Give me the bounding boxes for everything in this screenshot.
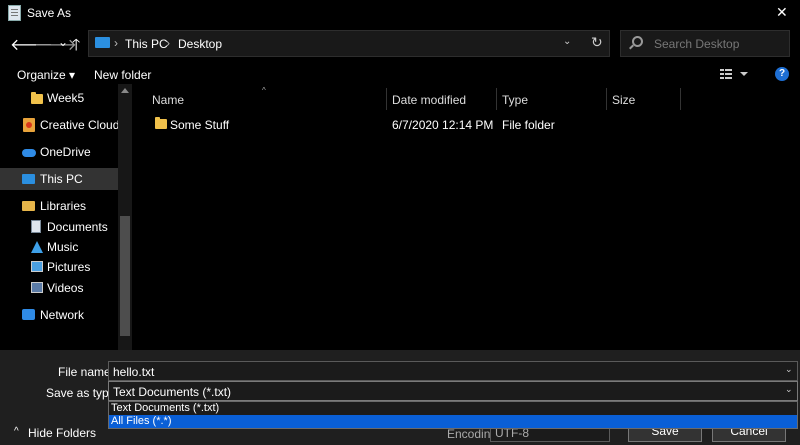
- computer-icon: [95, 37, 110, 48]
- navigation-pane[interactable]: Week5 Creative Cloud Fil OneDrive This P…: [0, 84, 133, 350]
- organize-button[interactable]: Organize ▾: [17, 68, 75, 82]
- sidebar-item-network[interactable]: Network: [0, 304, 118, 326]
- breadcrumb-separator: ›: [166, 36, 170, 50]
- hide-folders-button[interactable]: Hide Folders: [28, 426, 96, 440]
- sidebar-item-pictures[interactable]: Pictures: [0, 256, 118, 278]
- address-dropdown-button[interactable]: ⌄: [563, 36, 571, 47]
- breadcrumb-this-pc[interactable]: This PC: [125, 37, 168, 51]
- breadcrumb-desktop[interactable]: Desktop: [178, 37, 222, 51]
- column-header-name[interactable]: Name: [152, 93, 184, 107]
- breadcrumb-separator: ›: [114, 36, 118, 50]
- search-icon: [632, 36, 643, 47]
- computer-icon: [22, 174, 35, 184]
- close-button[interactable]: ✕: [776, 4, 788, 21]
- libraries-icon: [22, 201, 35, 211]
- file-name-field[interactable]: [108, 361, 798, 381]
- folder-icon: [155, 117, 167, 129]
- file-name-input[interactable]: hello.txt: [113, 365, 154, 379]
- title-bar: [0, 0, 800, 26]
- date-modified-cell: 6/7/2020 12:14 PM: [392, 118, 494, 132]
- file-name-cell[interactable]: Some Stuff: [170, 118, 229, 132]
- recent-locations-dropdown[interactable]: ⌄: [58, 35, 68, 49]
- music-icon: [31, 241, 43, 253]
- sidebar-item-videos[interactable]: Videos: [0, 277, 118, 299]
- folder-icon: [31, 92, 43, 104]
- file-name-label: File name:: [58, 365, 115, 379]
- column-header-type[interactable]: Type: [502, 93, 528, 107]
- new-folder-button[interactable]: New folder: [94, 68, 151, 82]
- search-input[interactable]: Search Desktop: [654, 37, 739, 51]
- help-button[interactable]: ?: [775, 67, 789, 81]
- option-text-documents[interactable]: Text Documents (*.txt): [109, 402, 797, 415]
- sidebar-item-music[interactable]: Music: [0, 236, 118, 258]
- creative-cloud-icon: [23, 118, 35, 132]
- save-as-type-value: Text Documents (*.txt): [113, 385, 232, 399]
- file-name-dropdown-icon[interactable]: ⌄: [785, 364, 793, 375]
- scrollbar-thumb[interactable]: [120, 216, 130, 336]
- save-as-type-dropdown-icon[interactable]: ⌄: [785, 384, 793, 395]
- refresh-button[interactable]: ↻: [591, 34, 603, 51]
- cloud-icon: [22, 149, 36, 157]
- column-divider[interactable]: [386, 88, 387, 110]
- sidebar-item-this-pc[interactable]: This PC: [0, 168, 118, 190]
- column-divider[interactable]: [606, 88, 607, 110]
- forward-button[interactable]: 🡒: [34, 34, 77, 55]
- window-title: Save As: [27, 6, 72, 20]
- videos-icon: [31, 282, 43, 293]
- sidebar-item-creative-cloud[interactable]: Creative Cloud Fil: [0, 114, 133, 136]
- pictures-icon: [31, 261, 43, 272]
- sort-ascending-icon: ^: [262, 86, 266, 95]
- scroll-up-arrow-icon[interactable]: [121, 88, 129, 93]
- sidebar-item-libraries[interactable]: Libraries: [0, 195, 118, 217]
- notepad-icon: [8, 5, 21, 21]
- documents-icon: [31, 220, 41, 233]
- sidebar-item-documents[interactable]: Documents: [0, 216, 118, 238]
- sidebar-item-week5[interactable]: Week5: [0, 87, 118, 109]
- network-icon: [22, 309, 35, 320]
- type-cell: File folder: [502, 118, 555, 132]
- column-header-date-modified[interactable]: Date modified: [392, 93, 466, 107]
- collapse-icon[interactable]: ^: [14, 426, 19, 437]
- up-button[interactable]: 🡑: [72, 34, 80, 61]
- column-header-size[interactable]: Size: [612, 93, 635, 107]
- save-as-type-options[interactable]: Text Documents (*.txt) All Files (*.*): [108, 401, 798, 429]
- column-divider[interactable]: [680, 88, 681, 110]
- view-options-icon[interactable]: [720, 68, 748, 80]
- option-all-files[interactable]: All Files (*.*): [109, 415, 797, 428]
- sidebar-item-onedrive[interactable]: OneDrive: [0, 141, 118, 163]
- column-divider[interactable]: [496, 88, 497, 110]
